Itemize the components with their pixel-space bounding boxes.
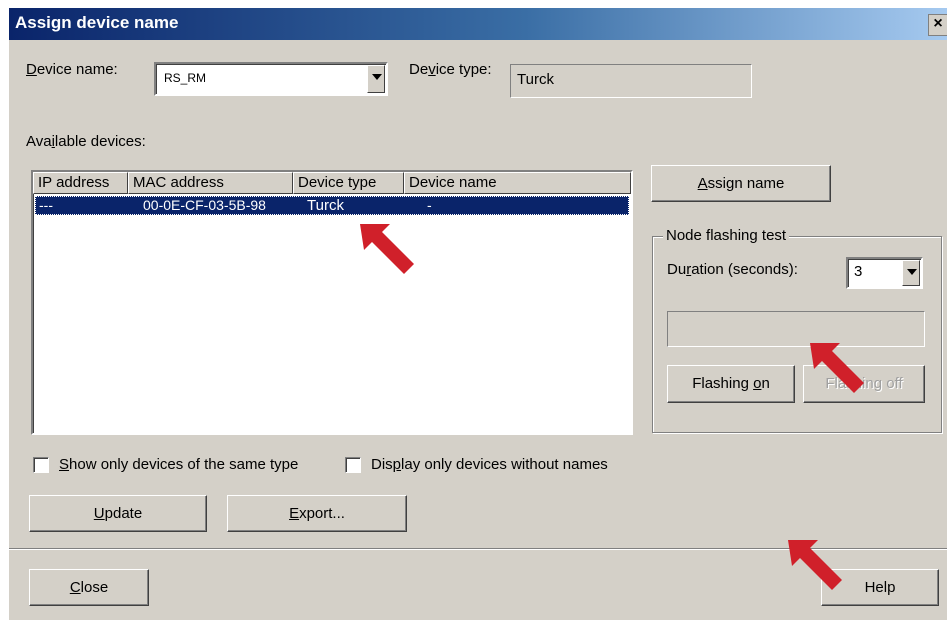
device-name-label: Device name: (26, 61, 118, 78)
update-button[interactable]: Update (29, 495, 207, 532)
window-title: Assign device name (15, 13, 179, 32)
column-header-ip[interactable]: IP address (33, 172, 128, 194)
display-without-names-checkbox[interactable] (345, 457, 361, 473)
annotation-arrow-icon (360, 224, 414, 274)
device-name-value: RS_RM (164, 71, 207, 85)
annotation-arrow-icon (810, 343, 864, 393)
show-same-type-checkbox[interactable] (33, 457, 49, 473)
device-type-field: Turck (510, 64, 752, 98)
device-type-value: Turck (517, 71, 554, 88)
annotation-arrow-icon (788, 540, 842, 590)
close-icon[interactable]: × (928, 14, 947, 36)
device-name-combobox[interactable]: RS_RM (154, 62, 388, 96)
column-header-mac[interactable]: MAC address (128, 172, 293, 194)
flashing-progress-bar (667, 311, 925, 347)
flashing-on-button[interactable]: Flashing on (667, 365, 795, 403)
dialog-window: Assign device name × Device name: RS_RM … (8, 8, 947, 620)
title-bar: Assign device name × (9, 8, 947, 40)
duration-select[interactable]: 3 (846, 257, 923, 289)
dropdown-arrow-icon[interactable] (367, 65, 385, 93)
cell-device-type: Turck (307, 197, 344, 214)
display-without-names-label[interactable]: Display only devices without names (371, 456, 608, 473)
node-flashing-test-group: Node flashing test Duration (seconds): 3… (652, 227, 942, 433)
duration-label: Duration (seconds): (667, 261, 798, 278)
cell-ip: --- (39, 197, 53, 213)
export-button[interactable]: Export... (227, 495, 407, 532)
table-row[interactable]: --- 00-0E-CF-03-5B-98 Turck - (35, 196, 629, 215)
node-flashing-title: Node flashing test (663, 227, 790, 244)
available-devices-label: Available devices: (26, 133, 146, 150)
close-button[interactable]: Close (29, 569, 149, 606)
show-same-type-label[interactable]: Show only devices of the same type (59, 456, 298, 473)
assign-name-button[interactable]: Assign name (651, 165, 831, 202)
cell-device-name: - (427, 197, 432, 213)
cell-mac: 00-0E-CF-03-5B-98 (143, 197, 266, 213)
column-header-device-type[interactable]: Device type (293, 172, 404, 194)
column-header-device-name[interactable]: Device name (404, 172, 631, 194)
devices-list[interactable]: IP address MAC address Device type Devic… (31, 170, 633, 435)
device-type-label: Device type: (409, 61, 492, 78)
duration-value: 3 (854, 263, 863, 280)
dropdown-arrow-icon[interactable] (902, 260, 920, 286)
